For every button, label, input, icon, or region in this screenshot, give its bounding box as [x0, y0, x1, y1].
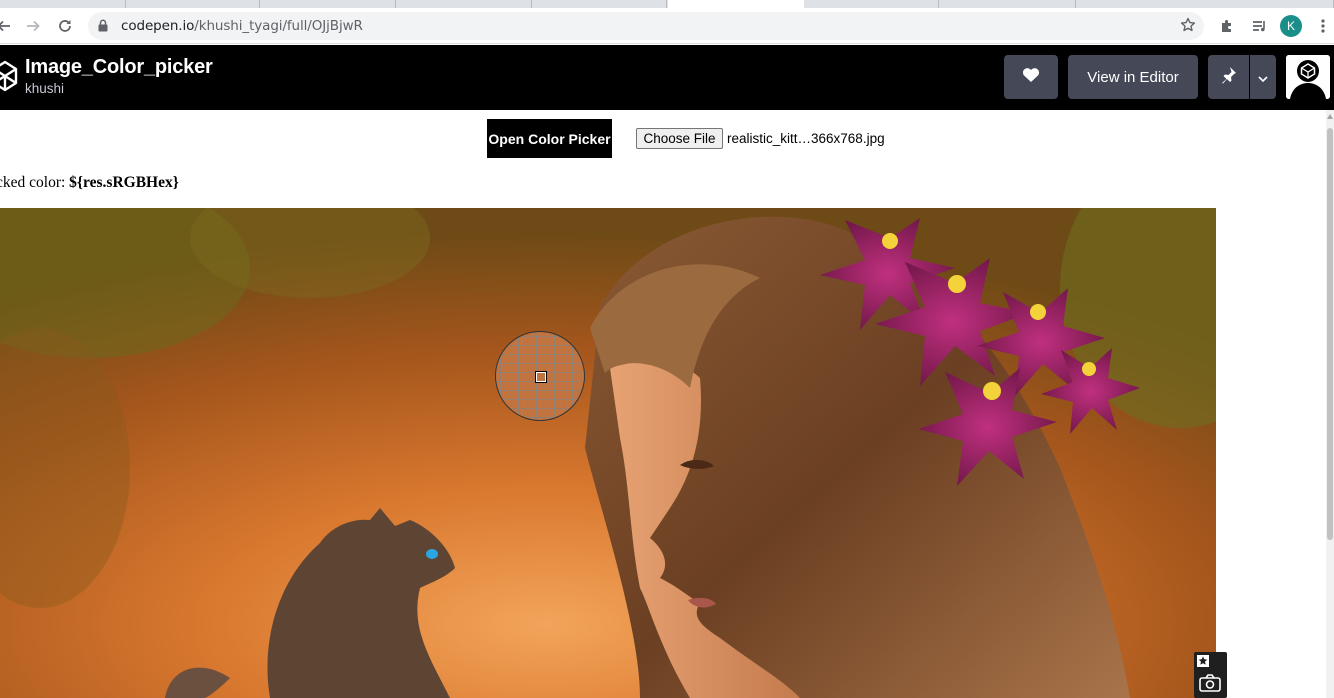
- camera-icon[interactable]: [1199, 674, 1221, 697]
- pin-icon: [1221, 66, 1237, 88]
- color-picker-loupe[interactable]: [495, 331, 585, 421]
- pen-header: Image_Color_picker khushi View in Editor: [0, 45, 1334, 110]
- vertical-scrollbar[interactable]: [1326, 110, 1334, 698]
- scrollbar-thumb[interactable]: [1327, 128, 1333, 540]
- uploaded-image[interactable]: [0, 208, 1216, 698]
- url-path: /khushi_tyagi/full/OJjBjwR: [194, 18, 363, 34]
- love-button[interactable]: [1004, 55, 1058, 99]
- view-in-editor-button[interactable]: View in Editor: [1068, 55, 1198, 99]
- browser-toolbar: codepen.io/khushi_tyagi/full/OJjBjwR K: [0, 8, 1334, 44]
- browser-tab[interactable]: [940, 0, 1076, 8]
- browser-tab[interactable]: [1077, 0, 1334, 8]
- choose-file-button[interactable]: Choose File: [636, 128, 723, 149]
- url-host: codepen.io: [121, 18, 195, 34]
- forward-icon[interactable]: [21, 14, 45, 38]
- back-icon[interactable]: [0, 14, 16, 38]
- profile-avatar[interactable]: K: [1280, 15, 1302, 37]
- codepen-logo-icon[interactable]: [0, 59, 18, 98]
- scroll-up-arrow-icon[interactable]: [1327, 114, 1333, 119]
- browser-tab[interactable]: [0, 0, 126, 8]
- selected-file-name: realistic_kitt…366x768.jpg: [727, 131, 885, 146]
- star-badge-icon: [1197, 654, 1209, 672]
- reading-list-icon[interactable]: [1248, 15, 1270, 37]
- lock-icon[interactable]: [98, 19, 108, 37]
- pen-author[interactable]: khushi: [25, 81, 64, 96]
- picked-color-value: ${res.sRGBHex}: [69, 174, 179, 191]
- browser-tab[interactable]: [261, 0, 396, 8]
- address-bar[interactable]: codepen.io/khushi_tyagi/full/OJjBjwR: [88, 12, 1204, 40]
- picked-color-text: cked color: ${res.sRGBHex}: [0, 174, 179, 192]
- kebab-menu-icon[interactable]: [1312, 15, 1334, 37]
- browser-tab[interactable]: [533, 0, 667, 8]
- reload-icon[interactable]: [53, 14, 77, 38]
- browser-tab[interactable]: [397, 0, 532, 8]
- pen-title[interactable]: Image_Color_picker: [25, 56, 213, 79]
- open-color-picker-button[interactable]: Open Color Picker: [487, 119, 612, 158]
- extensions-icon[interactable]: [1216, 15, 1238, 37]
- url-text[interactable]: codepen.io/khushi_tyagi/full/OJjBjwR: [121, 18, 363, 34]
- browser-tab[interactable]: [805, 0, 939, 8]
- pin-dropdown-button[interactable]: [1250, 55, 1276, 99]
- pin-button[interactable]: [1208, 55, 1249, 99]
- tab-strip: [0, 0, 1334, 8]
- picked-color-label: cked color:: [0, 174, 70, 191]
- browser-tab-active[interactable]: [668, 0, 804, 8]
- user-avatar-icon[interactable]: [1286, 55, 1330, 99]
- bookmark-star-icon[interactable]: [1180, 17, 1196, 38]
- loupe-center-pixel: [535, 371, 547, 383]
- browser-tab[interactable]: [127, 0, 260, 8]
- screenshot-widget[interactable]: [1194, 652, 1227, 698]
- heart-icon: [1022, 67, 1040, 87]
- chevron-down-icon: [1258, 69, 1268, 86]
